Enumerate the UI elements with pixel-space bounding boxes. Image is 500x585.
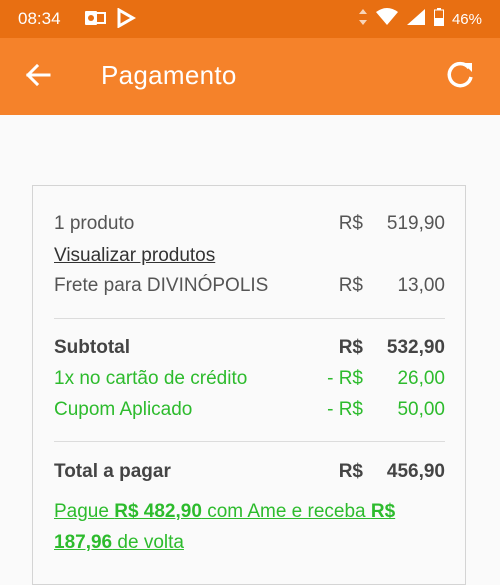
refresh-button[interactable] [440,58,480,96]
status-notification-icons [84,7,137,33]
arrow-left-icon [25,63,51,92]
product-label: 1 produto [54,213,135,234]
credit-discount-currency: - R$ [327,368,363,389]
flag-icon [116,7,137,33]
product-row: 1 produto R$ 519,90 [54,213,445,239]
wifi-icon [375,8,398,30]
product-value: 519,90 [386,213,445,234]
subtotal-currency: R$ [338,337,363,358]
coupon-currency: - R$ [327,399,363,420]
battery-percent: 46% [451,10,482,28]
back-button[interactable] [18,58,58,96]
ame-promo-text: com Ame e receba [201,501,371,522]
status-time: 08:34 [18,9,61,28]
ame-cashback-link[interactable]: Pague R$ 482,90 com Ame e receba R$ 187,… [54,496,444,558]
divider [54,441,445,442]
total-label: Total a pagar [54,461,171,482]
shipping-row: Frete para DIVINÓPOLIS R$ 13,00 [54,275,445,301]
total-value: 456,90 [386,461,445,482]
coupon-label: Cupom Aplicado [54,399,193,420]
ame-promo-amount: R$ 482,90 [114,501,202,522]
subtotal-row: Subtotal R$ 532,90 [54,337,445,363]
subtotal-value: 532,90 [386,337,445,358]
credit-discount-label: 1x no cartão de crédito [54,368,248,389]
subtotal-label: Subtotal [54,337,130,358]
divider [54,318,445,319]
total-row: Total a pagar R$ 456,90 [54,461,445,487]
credit-discount-row: 1x no cartão de crédito - R$ 26,00 [54,368,445,394]
credit-discount-value: 26,00 [397,368,445,389]
ame-promo-text: de volta [112,532,184,553]
status-bar: 08:34 46% [0,0,500,38]
shipping-currency: R$ [338,275,363,296]
shipping-value: 13,00 [397,275,445,296]
battery-icon [433,8,444,30]
coupon-row: Cupom Aplicado - R$ 50,00 [54,399,445,425]
page-title: Pagamento [101,60,237,90]
outlook-icon [84,8,106,33]
payment-summary-card: 1 produto R$ 519,90 Visualizar produtos … [32,185,466,585]
app-bar: Pagamento [0,38,500,115]
product-currency: R$ [338,213,363,234]
signal-icon [406,8,426,30]
view-products-link[interactable]: Visualizar produtos [54,245,215,267]
refresh-icon [444,59,476,96]
total-currency: R$ [338,461,363,482]
status-system-icons: 46% [358,8,482,30]
coupon-value: 50,00 [397,399,445,420]
shipping-label: Frete para DIVINÓPOLIS [54,275,269,296]
data-arrows-icon [358,8,368,30]
ame-promo-text: Pague [54,501,115,522]
